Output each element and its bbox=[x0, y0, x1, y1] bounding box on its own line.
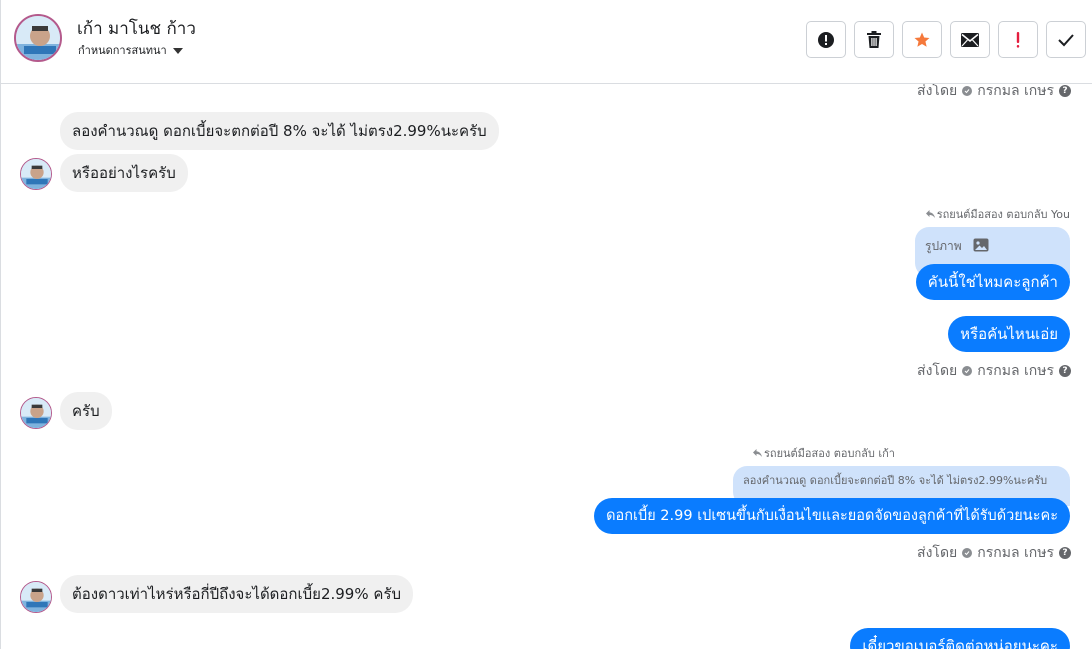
contact-avatar[interactable] bbox=[14, 14, 62, 62]
image-icon bbox=[973, 238, 989, 252]
envelope-icon bbox=[961, 32, 979, 47]
incoming-message[interactable]: ครับ bbox=[60, 392, 112, 430]
star-icon bbox=[914, 32, 930, 47]
reply-preview-text: รูปภาพ bbox=[925, 239, 962, 253]
incoming-message[interactable]: ลองคำนวณดู ดอกเบี้ยจะตกต่อปี 8% จะได้ ไม… bbox=[60, 112, 499, 150]
reply-arrow-icon bbox=[753, 449, 762, 457]
incoming-message[interactable]: ต้องดาวเท่าไหร่หรือกี่ปีถึงจะได้ดอกเบี้ย… bbox=[60, 575, 413, 613]
sent-by-line: ส่งโดย กรกมล เกษร ? bbox=[917, 542, 1071, 564]
conversation-toolbar bbox=[806, 21, 1086, 58]
reply-meta-text: รถยนต์มือสอง ตอบกลับ You bbox=[936, 208, 1070, 221]
report-button[interactable] bbox=[806, 21, 846, 58]
trash-icon bbox=[867, 30, 881, 48]
alert-circle-icon bbox=[818, 31, 834, 48]
sender-avatar[interactable] bbox=[20, 397, 52, 429]
sent-by-line: ส่งโดย กรกมล เกษร ? bbox=[917, 84, 1071, 102]
delete-button[interactable] bbox=[854, 21, 894, 58]
exclamation-icon bbox=[1016, 31, 1020, 48]
reply-preview-text: ลองคำนวณดู ดอกเบี้ยจะตกต่อปี 8% จะได้ ไม… bbox=[743, 474, 1048, 487]
star-button[interactable] bbox=[902, 21, 942, 58]
outgoing-message[interactable]: เดี๋ยวขอเบอร์ติดต่อหน่อยนะคะ bbox=[850, 628, 1070, 649]
help-icon[interactable]: ? bbox=[1059, 85, 1071, 97]
conversation-schedule-label: กำหนดการสนทนา bbox=[78, 44, 167, 57]
check-circle-icon bbox=[962, 86, 973, 96]
reply-meta-text: รถยนต์มือสอง ตอบกลับ เก้า bbox=[764, 447, 895, 460]
check-circle-icon bbox=[962, 366, 973, 376]
chevron-down-icon bbox=[172, 47, 183, 54]
outgoing-message[interactable]: คันนี้ใช่ไหมคะลูกค้า bbox=[915, 264, 1070, 300]
spam-button[interactable] bbox=[998, 21, 1038, 58]
check-circle-icon bbox=[962, 548, 973, 558]
sent-by-line: ส่งโดย กรกมล เกษร ? bbox=[917, 360, 1071, 382]
mark-unread-button[interactable] bbox=[950, 21, 990, 58]
outgoing-message[interactable]: ดอกเบี้ย 2.99 เปเซนขึ้นกับเงื่อนไขและยอด… bbox=[594, 498, 1070, 534]
incoming-message[interactable]: หรืออย่างไรครับ bbox=[60, 154, 188, 192]
avatar-photo-icon bbox=[21, 582, 51, 612]
sent-by-name: กรกมล เกษร bbox=[977, 363, 1054, 379]
mark-done-button[interactable] bbox=[1046, 21, 1086, 58]
avatar-photo-icon bbox=[21, 398, 51, 428]
reply-meta: รถยนต์มือสอง ตอบกลับ You bbox=[925, 205, 1070, 223]
avatar-photo-icon bbox=[16, 16, 60, 60]
sent-by-prefix: ส่งโดย bbox=[917, 545, 958, 561]
outgoing-message[interactable]: หรือคันไหนเอ่ย bbox=[948, 316, 1070, 352]
conversation-schedule-dropdown[interactable]: กำหนดการสนทนา bbox=[78, 41, 183, 59]
conversation-header: เก้า มาโนช ก้าว กำหนดการสนทนา bbox=[0, 0, 1092, 84]
checkmark-icon bbox=[1058, 33, 1074, 46]
message-thread[interactable]: ส่งโดย กรกมล เกษร ? ลองคำนวณดู ดอกเบี้ยจ… bbox=[0, 84, 1092, 649]
sent-by-name: กรกมล เกษร bbox=[977, 84, 1054, 99]
reply-arrow-icon bbox=[925, 210, 935, 218]
sender-avatar[interactable] bbox=[20, 581, 52, 613]
sent-by-prefix: ส่งโดย bbox=[917, 84, 958, 99]
contact-name: เก้า มาโนช ก้าว bbox=[77, 19, 196, 39]
sender-avatar[interactable] bbox=[20, 158, 52, 190]
avatar-photo-icon bbox=[21, 159, 51, 189]
help-icon[interactable]: ? bbox=[1059, 365, 1071, 377]
reply-meta: รถยนต์มือสอง ตอบกลับ เก้า bbox=[753, 444, 895, 462]
help-icon[interactable]: ? bbox=[1059, 547, 1071, 559]
sent-by-name: กรกมล เกษร bbox=[977, 545, 1054, 561]
sent-by-prefix: ส่งโดย bbox=[917, 363, 958, 379]
